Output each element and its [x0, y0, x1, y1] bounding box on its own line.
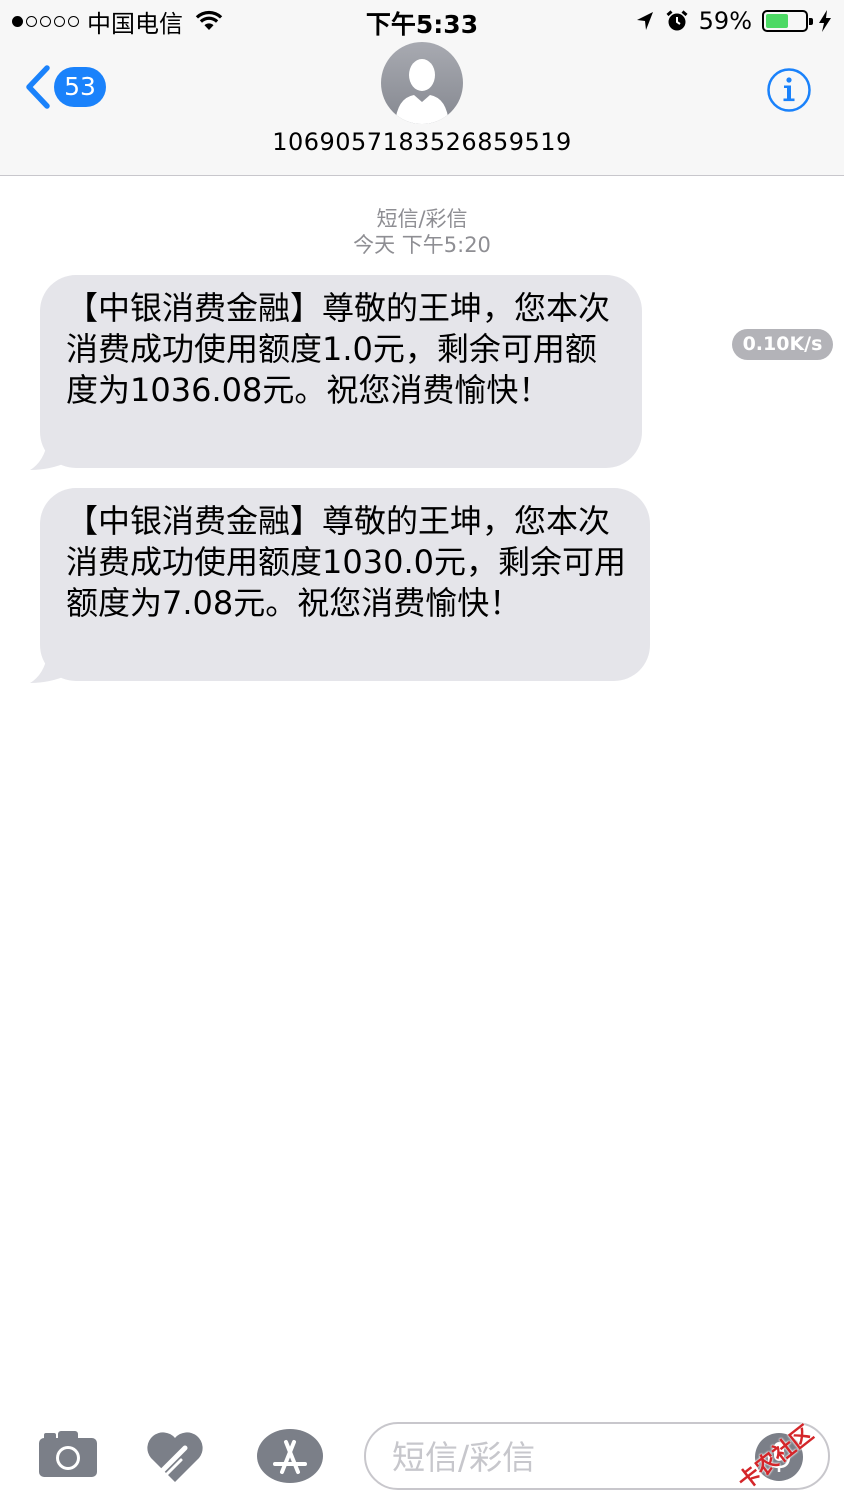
message-input[interactable] — [390, 1432, 730, 1482]
received-message-bubble[interactable]: 【中银消费金融】尊敬的王坤，您本次消费成功使用额度1.0元，剩余可用额度为103… — [40, 275, 642, 468]
back-chevron-icon — [26, 65, 50, 109]
message-input-bar — [0, 1412, 844, 1500]
camera-icon[interactable] — [38, 1430, 98, 1478]
messages-screen: 中国电信 下午5:33 59% 53 1069057183526859519 短… — [0, 0, 844, 1500]
charging-bolt-icon — [819, 10, 831, 32]
status-left: 中国电信 — [12, 6, 223, 38]
network-speed-badge: 0.10K/s — [732, 329, 833, 360]
signal-dot — [26, 15, 37, 27]
location-arrow-icon — [636, 12, 653, 30]
carrier-name: 中国电信 — [87, 9, 183, 38]
message-row: 【中银消费金融】尊敬的王坤，您本次消费成功使用额度1.0元，剩余可用额度为103… — [28, 275, 642, 470]
message-text: 【中银消费金融】尊敬的王坤，您本次消费成功使用额度1.0元，剩余可用额度为103… — [66, 289, 611, 409]
wifi-icon — [195, 10, 223, 30]
status-bar: 中国电信 下午5:33 59% — [0, 0, 844, 42]
signal-dot — [12, 15, 23, 27]
signal-dot — [68, 15, 79, 27]
digital-touch-heart-icon[interactable] — [145, 1428, 205, 1484]
message-timestamp: 今天 下午5:20 — [353, 233, 491, 257]
app-store-icon[interactable] — [256, 1428, 324, 1484]
battery-level — [766, 14, 789, 28]
contact-number[interactable]: 1069057183526859519 — [0, 128, 844, 156]
back-button[interactable]: 53 — [22, 64, 106, 110]
unread-count-badge: 53 — [54, 67, 106, 107]
signal-dot — [40, 15, 51, 27]
battery-icon — [762, 10, 813, 32]
message-row: 【中银消费金融】尊敬的王坤，您本次消费成功使用额度1030.0元，剩余可用额度为… — [28, 488, 650, 683]
signal-dot — [54, 15, 65, 27]
microphone-icon[interactable] — [754, 1432, 804, 1482]
person-avatar-icon — [395, 59, 449, 124]
battery-percentage: 59% — [698, 7, 752, 35]
message-field[interactable] — [364, 1422, 830, 1490]
battery-cap — [809, 18, 813, 25]
info-icon[interactable] — [766, 67, 812, 113]
status-right: 59% — [635, 6, 832, 36]
message-text: 【中银消费金融】尊敬的王坤，您本次消费成功使用额度1030.0元，剩余可用额度为… — [66, 502, 626, 622]
signal-strength-icon — [12, 15, 79, 27]
received-message-bubble[interactable]: 【中银消费金融】尊敬的王坤，您本次消费成功使用额度1030.0元，剩余可用额度为… — [40, 488, 650, 681]
contact-avatar[interactable] — [381, 42, 463, 124]
alarm-clock-icon — [666, 10, 688, 31]
conversation-header: 53 1069057183526859519 — [0, 42, 844, 176]
